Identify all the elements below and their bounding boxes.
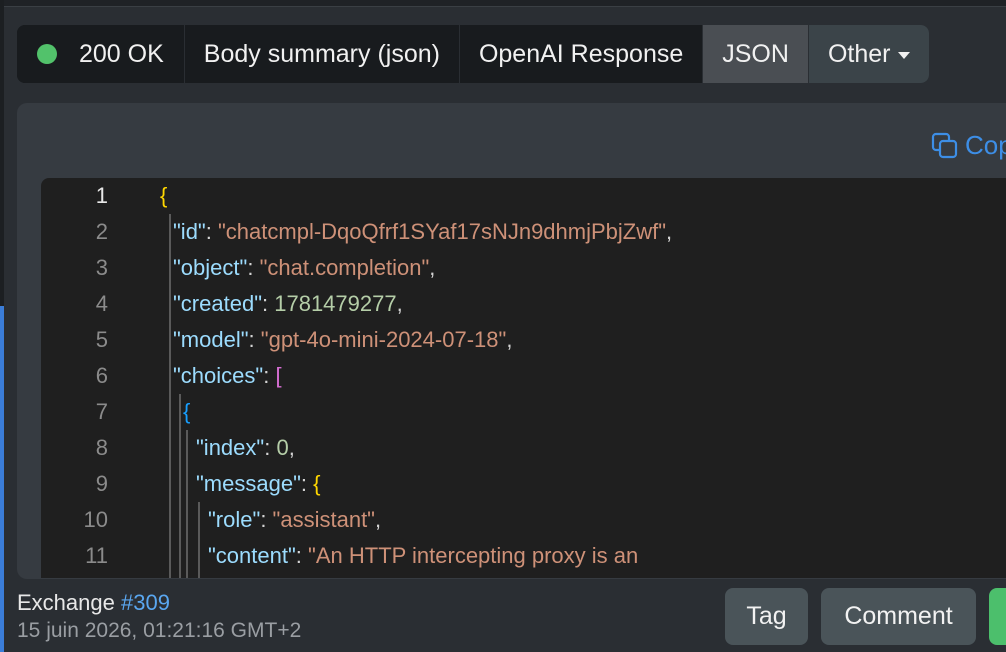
indent-guide xyxy=(179,394,181,578)
colon-token: : xyxy=(300,471,314,496)
indent-guide xyxy=(186,430,188,578)
tab-body-summary[interactable]: Body summary (json) xyxy=(184,25,460,83)
comma-token: , xyxy=(374,507,382,532)
code-line: 2 "id": "chatcmpl-DqoQfrf1SYaf17sNJn9dhm… xyxy=(41,214,672,250)
selection-accent xyxy=(0,306,4,652)
comma-token: , xyxy=(288,435,295,460)
colon-token: : xyxy=(260,507,273,532)
code-line: 8 "index": 0, xyxy=(41,430,295,466)
tab-status[interactable]: 200 OK xyxy=(17,25,185,83)
response-tab-bar: 200 OK Body summary (json) OpenAI Respon… xyxy=(17,25,930,83)
comma-token: , xyxy=(429,255,436,280)
exchange-label: Exchange xyxy=(17,590,115,615)
json-key: "content" xyxy=(208,543,296,568)
copy-button[interactable]: Cop xyxy=(931,130,1006,161)
code-line: 5 "model": "gpt-4o-mini-2024-07-18", xyxy=(41,322,513,358)
json-key: "model" xyxy=(173,327,249,352)
brace-token: { xyxy=(313,471,321,496)
colon-token: : xyxy=(263,363,276,388)
json-code-editor[interactable]: 1 { 2 "id": "chatcmpl-DqoQfrf1SYaf17sNJn… xyxy=(41,178,1006,578)
colon-token: : xyxy=(205,219,218,244)
line-number: 1 xyxy=(95,183,108,208)
json-key: "id" xyxy=(173,219,206,244)
line-number: 4 xyxy=(95,291,108,316)
status-dot-icon xyxy=(37,44,57,64)
exchange-timestamp: 15 juin 2026, 01:21:16 GMT+2 xyxy=(17,619,302,642)
json-key: "created" xyxy=(173,291,262,316)
colon-token: : xyxy=(248,327,261,352)
code-line: 11 "content": "An HTTP intercepting prox… xyxy=(41,538,638,574)
json-key: "role" xyxy=(208,507,261,532)
tab-other-dropdown[interactable]: Other xyxy=(808,25,930,83)
bracket-token: [ xyxy=(275,363,282,388)
line-number: 9 xyxy=(95,471,108,496)
line-number: 8 xyxy=(95,435,108,460)
indent-guide xyxy=(169,214,171,578)
json-number: 1781479277 xyxy=(274,291,397,316)
left-panel-edge xyxy=(0,0,4,652)
line-number: 7 xyxy=(95,399,108,424)
top-divider xyxy=(4,0,1006,7)
comma-token: , xyxy=(506,327,513,352)
brace-token: { xyxy=(160,183,168,208)
tab-json[interactable]: JSON xyxy=(703,25,809,83)
code-line: 6 "choices": [ xyxy=(41,358,282,394)
colon-token: : xyxy=(295,543,309,568)
other-label: Other xyxy=(827,39,891,68)
json-number: 0 xyxy=(276,435,289,460)
line-number: 2 xyxy=(95,219,108,244)
copy-icon xyxy=(931,132,958,158)
json-key: "message" xyxy=(196,471,301,496)
line-number: 5 xyxy=(95,327,108,352)
brace-token: { xyxy=(183,399,191,424)
json-string: "An HTTP intercepting proxy is an xyxy=(308,543,639,568)
line-number: 10 xyxy=(83,507,108,532)
json-string: "assistant" xyxy=(272,507,375,532)
colon-token: : xyxy=(247,255,260,280)
json-string: "chat.completion" xyxy=(259,255,430,280)
copy-label: Cop xyxy=(965,130,1006,160)
colon-token: : xyxy=(264,435,277,460)
code-line: 9 "message": { xyxy=(41,466,321,502)
json-key: "index" xyxy=(196,435,265,460)
tag-button[interactable]: Tag xyxy=(725,588,808,645)
comma-token: , xyxy=(396,291,403,316)
green-action-button[interactable] xyxy=(989,588,1006,645)
code-line: 7 { xyxy=(41,394,191,430)
comma-token: , xyxy=(666,219,673,244)
line-number: 3 xyxy=(95,255,108,280)
indent-guide xyxy=(198,502,200,578)
tab-openai-response[interactable]: OpenAI Response xyxy=(459,25,704,83)
status-label: 200 OK xyxy=(79,39,164,68)
json-key: "choices" xyxy=(173,363,264,388)
json-string: "chatcmpl-DqoQfrf1SYaf17sNJn9dhmjPbjZwf" xyxy=(217,219,667,244)
exchange-number-link[interactable]: #309 xyxy=(121,590,170,615)
colon-token: : xyxy=(262,291,275,316)
code-line: 4 "created": 1781479277, xyxy=(41,286,403,322)
caret-down-icon xyxy=(898,51,911,59)
code-line: 3 "object": "chat.completion", xyxy=(41,250,436,286)
code-line: 10 "role": "assistant", xyxy=(41,502,382,538)
json-string: "gpt-4o-mini-2024-07-18" xyxy=(260,327,507,352)
line-number: 11 xyxy=(85,543,108,568)
comment-button[interactable]: Comment xyxy=(821,588,976,645)
line-number: 6 xyxy=(95,363,108,388)
exchange-title: Exchange #309 xyxy=(17,590,170,616)
code-line: 1 { xyxy=(41,178,168,214)
json-key: "object" xyxy=(173,255,248,280)
